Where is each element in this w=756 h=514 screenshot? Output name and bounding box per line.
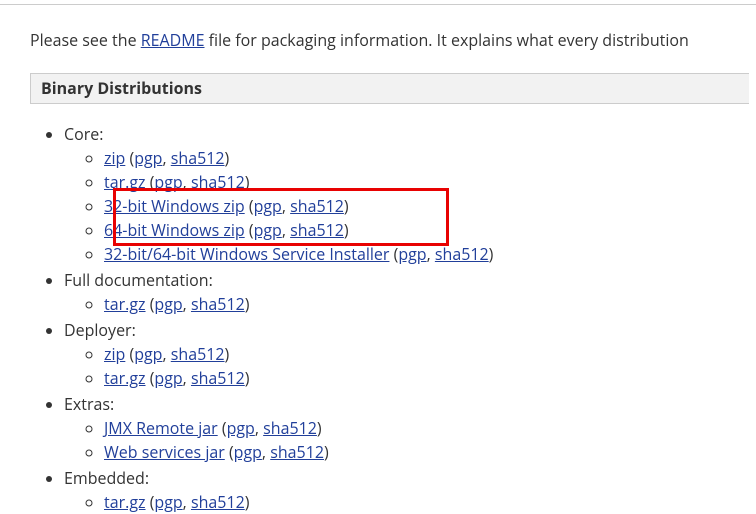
paren-close: ) [245, 367, 250, 389]
paren-open: ( [245, 195, 254, 217]
comma: , [282, 219, 290, 241]
group-embedded-items: tar.gz (pgp, sha512) [104, 490, 756, 514]
sha-link[interactable]: sha512 [435, 243, 489, 265]
group-extras: Extras: JMX Remote jar (pgp, sha512) Web… [64, 392, 756, 464]
pgp-link[interactable]: pgp [254, 195, 282, 217]
paren-close: ) [245, 491, 250, 513]
paren-open: ( [225, 441, 234, 463]
intro-prefix: Please see the [30, 29, 141, 51]
paren-open: ( [125, 343, 134, 365]
group-deployer: Deployer: zip (pgp, sha512) tar.gz (pgp,… [64, 318, 756, 390]
paren-close: ) [225, 147, 230, 169]
paren-open: ( [218, 417, 227, 439]
paren-open: ( [125, 147, 134, 169]
download-link[interactable]: Web services jar [104, 441, 225, 463]
list-item: tar.gz (pgp, sha512) [104, 170, 756, 194]
download-link[interactable]: tar.gz [104, 367, 146, 389]
pgp-link[interactable]: pgp [254, 219, 282, 241]
comma: , [162, 343, 170, 365]
comma: , [282, 195, 290, 217]
list-item: JMX Remote jar (pgp, sha512) [104, 416, 756, 440]
comma: , [183, 367, 191, 389]
sha-link[interactable]: sha512 [191, 171, 245, 193]
download-link[interactable]: 64-bit Windows zip [104, 219, 245, 241]
group-label: Extras: [64, 393, 114, 415]
pgp-link[interactable]: pgp [154, 491, 182, 513]
paren-close: ) [317, 417, 322, 439]
sha-link[interactable]: sha512 [263, 417, 317, 439]
download-link[interactable]: 32-bit Windows zip [104, 195, 245, 217]
sha-link[interactable]: sha512 [191, 367, 245, 389]
download-link[interactable]: tar.gz [104, 293, 146, 315]
comma: , [183, 491, 191, 513]
download-link[interactable]: zip [104, 343, 125, 365]
group-core-items: zip (pgp, sha512) tar.gz (pgp, sha512) 3… [104, 146, 756, 266]
download-link[interactable]: tar.gz [104, 171, 146, 193]
list-item: Web services jar (pgp, sha512) [104, 440, 756, 464]
group-label: Deployer: [64, 319, 136, 341]
list-item: zip (pgp, sha512) [104, 146, 756, 170]
comma: , [162, 147, 170, 169]
pgp-link[interactable]: pgp [154, 367, 182, 389]
list-item: tar.gz (pgp, sha512) [104, 292, 756, 316]
paren-close: ) [225, 343, 230, 365]
sha-link[interactable]: sha512 [290, 219, 344, 241]
list-item: 32-bit Windows zip (pgp, sha512) [104, 194, 756, 218]
sha-link[interactable]: sha512 [270, 441, 324, 463]
list-item: tar.gz (pgp, sha512) [104, 490, 756, 514]
comma: , [255, 417, 263, 439]
group-deployer-items: zip (pgp, sha512) tar.gz (pgp, sha512) [104, 342, 756, 390]
pgp-link[interactable]: pgp [234, 441, 262, 463]
intro-suffix: file for packaging information. It expla… [205, 29, 689, 51]
group-embedded: Embedded: tar.gz (pgp, sha512) [64, 466, 756, 514]
group-full-documentation: Full documentation: tar.gz (pgp, sha512) [64, 268, 756, 316]
pgp-link[interactable]: pgp [227, 417, 255, 439]
pgp-link[interactable]: pgp [398, 243, 426, 265]
comma: , [262, 441, 270, 463]
paren-close: ) [344, 195, 349, 217]
paren-close: ) [489, 243, 494, 265]
download-link[interactable]: JMX Remote jar [104, 417, 218, 439]
sha-link[interactable]: sha512 [171, 343, 225, 365]
binary-distributions-section: Binary Distributions [30, 73, 749, 104]
paren-close: ) [324, 441, 329, 463]
group-label: Embedded: [64, 467, 149, 489]
download-link[interactable]: zip [104, 147, 125, 169]
distribution-list: Core: zip (pgp, sha512) tar.gz (pgp, sha… [64, 122, 756, 514]
comma: , [183, 171, 191, 193]
list-item: 64-bit Windows zip (pgp, sha512) [104, 218, 756, 242]
sha-link[interactable]: sha512 [191, 491, 245, 513]
list-item: 32-bit/64-bit Windows Service Installer … [104, 242, 756, 266]
pgp-link[interactable]: pgp [134, 343, 162, 365]
download-link[interactable]: tar.gz [104, 491, 146, 513]
paren-close: ) [245, 293, 250, 315]
section-title: Binary Distributions [31, 74, 749, 104]
comma: , [427, 243, 435, 265]
group-label: Core: [64, 123, 103, 145]
pgp-link[interactable]: pgp [134, 147, 162, 169]
group-extras-items: JMX Remote jar (pgp, sha512) Web service… [104, 416, 756, 464]
sha-link[interactable]: sha512 [191, 293, 245, 315]
group-label: Full documentation: [64, 269, 213, 291]
list-item: tar.gz (pgp, sha512) [104, 366, 756, 390]
intro-paragraph: Please see the README file for packaging… [0, 5, 756, 51]
comma: , [183, 293, 191, 315]
download-link[interactable]: 32-bit/64-bit Windows Service Installer [104, 243, 389, 265]
group-full-documentation-items: tar.gz (pgp, sha512) [104, 292, 756, 316]
sha-link[interactable]: sha512 [171, 147, 225, 169]
readme-link[interactable]: README [141, 29, 205, 51]
paren-close: ) [245, 171, 250, 193]
pgp-link[interactable]: pgp [154, 171, 182, 193]
paren-open: ( [245, 219, 254, 241]
paren-open: ( [389, 243, 398, 265]
list-item: zip (pgp, sha512) [104, 342, 756, 366]
paren-close: ) [344, 219, 349, 241]
group-core: Core: zip (pgp, sha512) tar.gz (pgp, sha… [64, 122, 756, 266]
pgp-link[interactable]: pgp [154, 293, 182, 315]
sha-link[interactable]: sha512 [290, 195, 344, 217]
